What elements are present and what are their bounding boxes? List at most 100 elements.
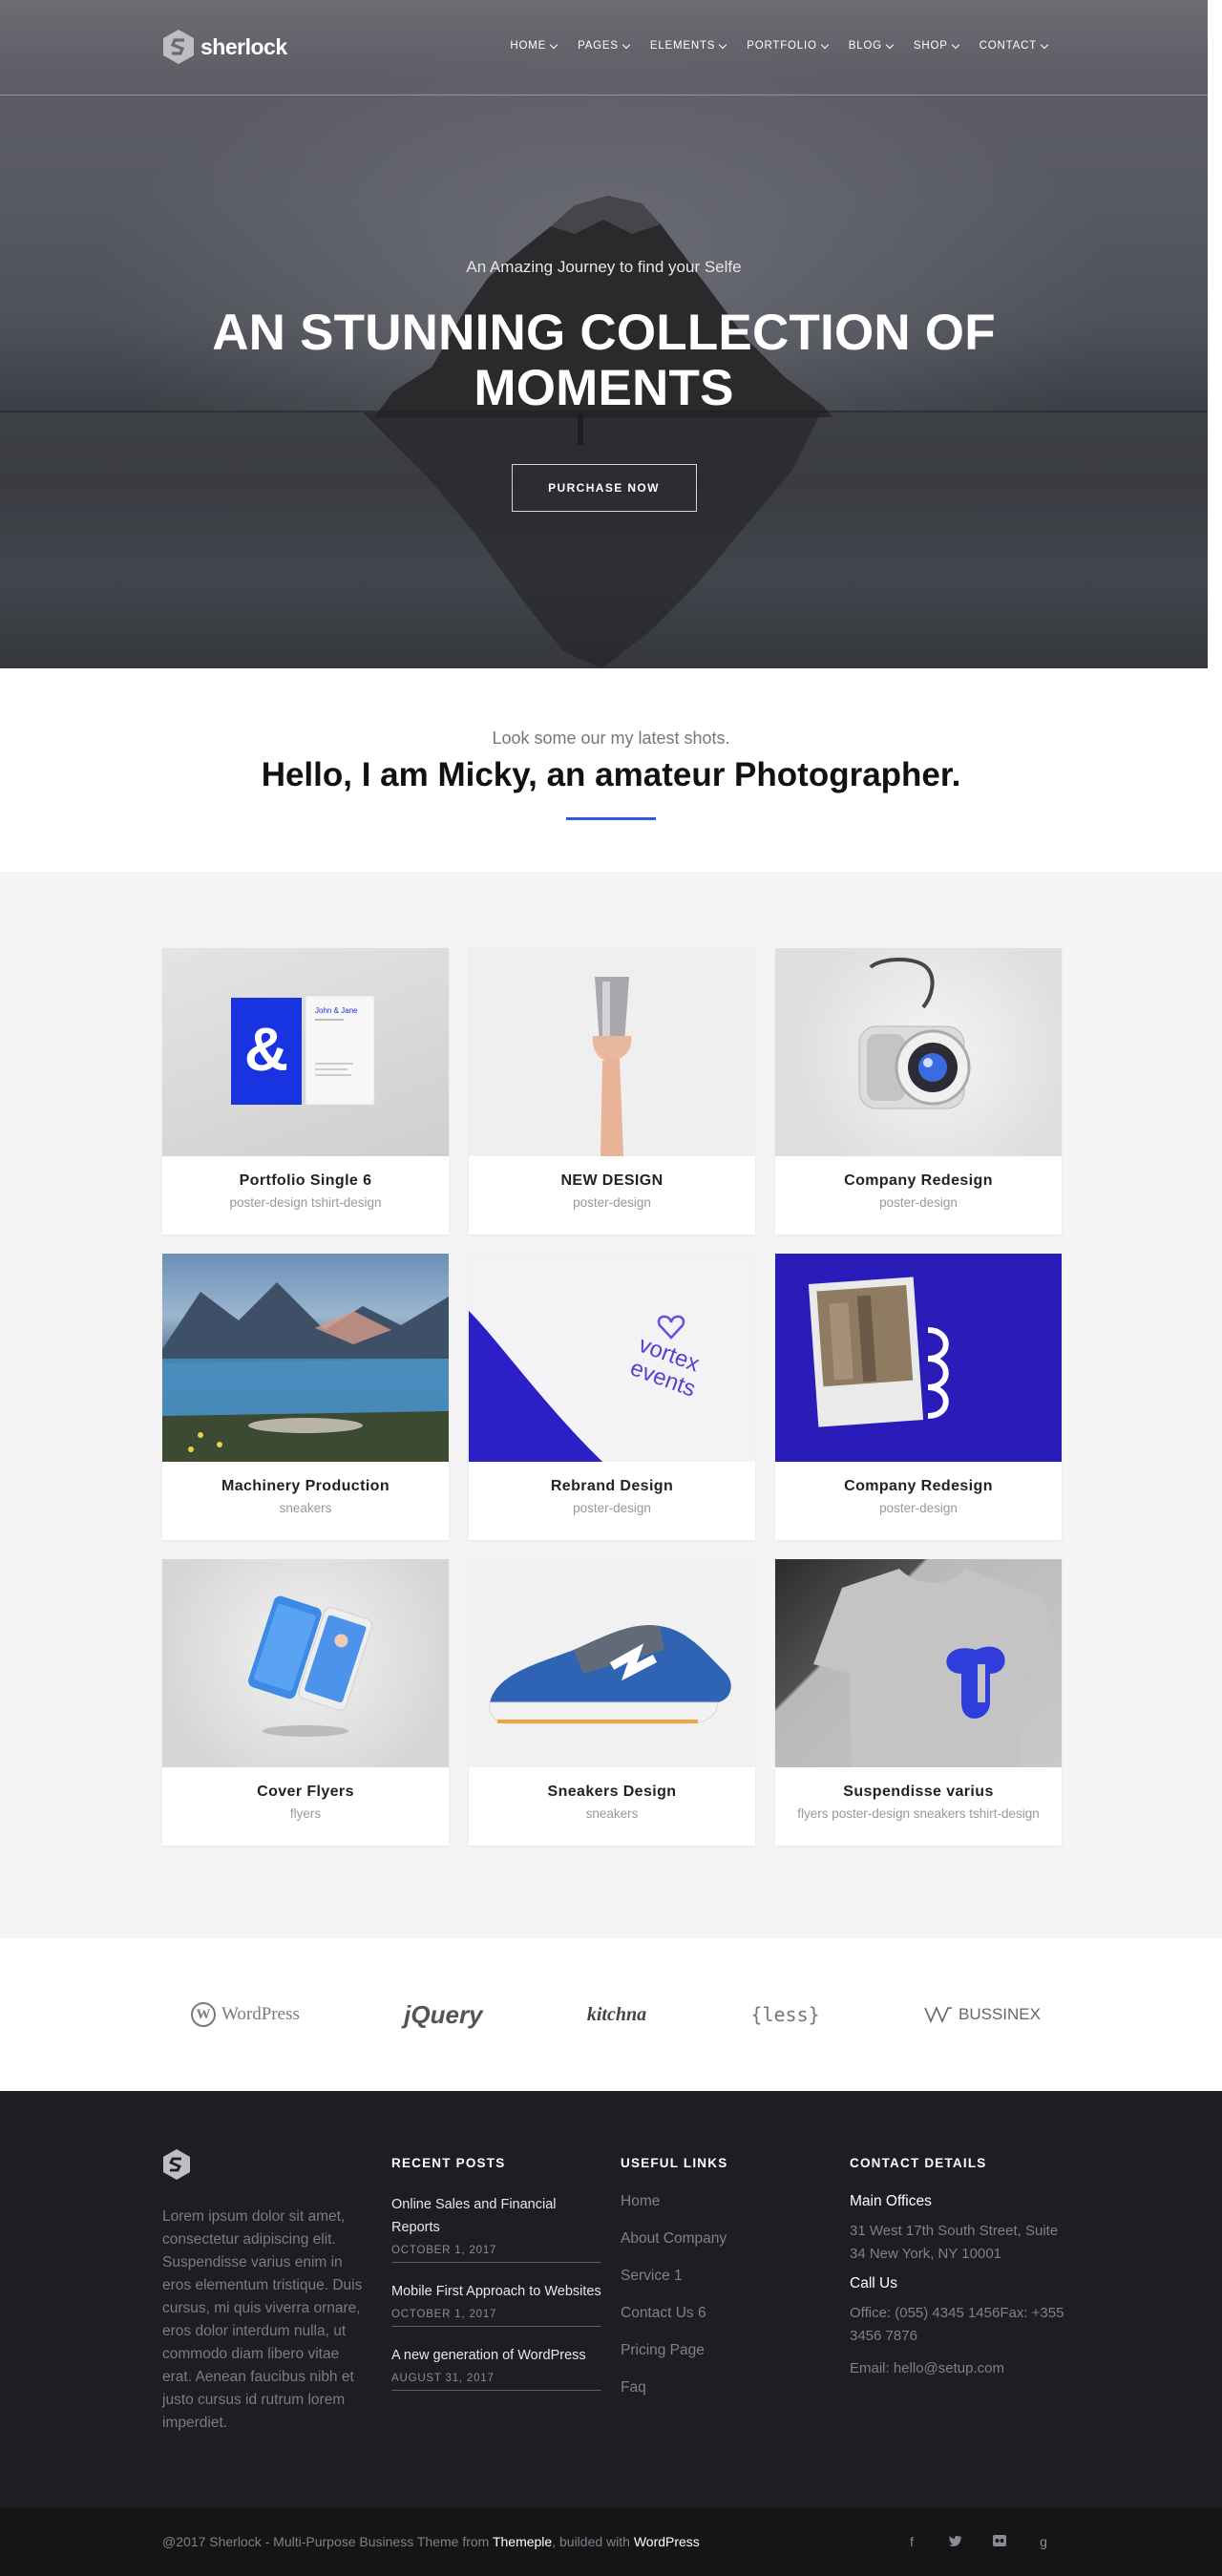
hand-holding-cup-image (592, 977, 632, 1156)
useful-links-heading: USEFUL LINKS (621, 2156, 728, 2170)
portfolio-tags: flyers (289, 1806, 322, 1821)
nav-item-elements[interactable]: ELEMENTS (649, 40, 727, 52)
wordpress-link[interactable]: WordPress (634, 2534, 700, 2549)
portfolio-thumbnail-sneaker[interactable] (469, 1559, 755, 1767)
wordpress-icon: W (191, 2002, 216, 2027)
footer-logo-icon[interactable] (162, 2148, 191, 2181)
portfolio-tags: poster-design (573, 1501, 651, 1515)
nav-item-pages[interactable]: PAGES (578, 40, 631, 52)
footer-link-service[interactable]: Service 1 (621, 2268, 831, 2305)
facebook-icon[interactable]: f (903, 2534, 920, 2549)
portfolio-thumbnail-vortex[interactable]: vortex events (469, 1254, 755, 1462)
flickr-icon[interactable] (991, 2534, 1008, 2549)
nav-label: BLOG (848, 40, 882, 52)
portfolio-title[interactable]: NEW DESIGN (469, 1172, 755, 1190)
nav-label: SHOP (913, 40, 948, 52)
portfolio-thumbnail-brochure[interactable] (775, 1254, 1062, 1462)
nav-label: CONTACT (979, 40, 1037, 52)
portfolio-thumbnail-cup[interactable] (469, 948, 755, 1156)
post-date: OCTOBER 1, 2017 (391, 2309, 497, 2320)
nav-item-contact[interactable]: CONTACT (979, 40, 1049, 52)
call-us-label: Call Us (850, 2275, 897, 2291)
portfolio-title[interactable]: Portfolio Single 6 (162, 1172, 449, 1190)
portfolio-thumbnail-phones[interactable] (162, 1559, 449, 1767)
brand-logo-wordpress[interactable]: W WordPress (191, 2002, 300, 2027)
portfolio-tags: poster-design (879, 1195, 958, 1210)
footer-link-home[interactable]: Home (621, 2193, 831, 2230)
portfolio-tags: sneakers (279, 1501, 332, 1515)
post-title-link[interactable]: Online Sales and Financial Reports (391, 2193, 601, 2239)
nav-item-portfolio[interactable]: PORTFOLIO (747, 40, 829, 52)
themeple-link[interactable]: Themeple (493, 2534, 552, 2549)
portfolio-card[interactable]: NEW DESIGN poster-design (469, 948, 755, 1235)
google-plus-icon[interactable]: g (1035, 2534, 1052, 2549)
portfolio-thumbnail-business-cards[interactable]: & John & Jane (162, 948, 449, 1156)
portfolio-tags: poster-design (879, 1501, 958, 1515)
portfolio-title[interactable]: Machinery Production (162, 1478, 449, 1495)
brand-logo-bussinex[interactable]: BUSSINEX (924, 2005, 1041, 2024)
brand-logo-less[interactable]: {less} (750, 2003, 819, 2026)
brand-logos: W WordPress jQuery kitchna {less} BUSSIN… (0, 1938, 1222, 2091)
email-text[interactable]: Email: hello@setup.com (850, 2357, 1069, 2380)
portfolio-card[interactable]: & John & Jane Portfolio Single 6 poster-… (162, 948, 449, 1235)
nav-item-home[interactable]: HOME (510, 40, 558, 52)
portfolio-card[interactable]: Sneakers Design sneakers (469, 1559, 755, 1846)
nav-item-blog[interactable]: BLOG (848, 40, 895, 52)
footer-link-faq[interactable]: Faq (621, 2379, 831, 2417)
logo-hexagon-icon (163, 30, 194, 64)
portfolio-title[interactable]: Company Redesign (775, 1172, 1062, 1190)
sneaker-image (489, 1625, 731, 1724)
card-name-text: John & Jane (315, 1006, 358, 1015)
main-menu: HOME PAGES ELEMENTS PORTFOLIO BLOG SHOP … (510, 40, 1049, 52)
address-text: 31 West 17th South Street, Suite 34 New … (850, 2223, 1059, 2262)
footer-about: Lorem ipsum dolor sit amet, consectetur … (162, 2148, 368, 2435)
site-logo[interactable]: sherlock (162, 29, 287, 65)
hero-section: sherlock HOME PAGES ELEMENTS PORTFOLIO B… (0, 0, 1208, 668)
purchase-now-button[interactable]: PURCHASE NOW (511, 464, 697, 512)
phone-text: Office: (055) 4345 1456Fax: +355 3456 78… (850, 2305, 1064, 2344)
svg-text:&: & (244, 1015, 288, 1084)
portfolio-card[interactable]: vortex events Rebrand Design poster-desi… (469, 1254, 755, 1540)
nav-label: ELEMENTS (649, 40, 716, 52)
portfolio-title[interactable]: Rebrand Design (469, 1478, 755, 1495)
post-title-link[interactable]: Mobile First Approach to Websites (391, 2280, 601, 2303)
social-links: f g (903, 2534, 1052, 2549)
brand-logo-jquery[interactable]: jQuery (404, 2000, 482, 2030)
brand-name: {less} (750, 2003, 820, 2026)
portfolio-thumbnail-lake[interactable] (162, 1254, 449, 1462)
nav-item-shop[interactable]: SHOP (914, 40, 959, 52)
footer-link-pricing[interactable]: Pricing Page (621, 2342, 831, 2379)
portfolio-title[interactable]: Suspendisse varius (775, 1784, 1062, 1801)
chevron-down-icon (885, 40, 895, 49)
post-date: OCTOBER 1, 2017 (391, 2245, 497, 2256)
portfolio-card[interactable]: Suspendisse varius flyers poster-design … (775, 1559, 1062, 1846)
brand-name: WordPress (221, 2004, 300, 2024)
chevron-down-icon (549, 40, 558, 49)
portfolio-title[interactable]: Company Redesign (775, 1478, 1062, 1495)
twitter-icon[interactable] (947, 2534, 964, 2549)
copyright-text: @2017 Sherlock - Multi-Purpose Business … (162, 2534, 700, 2549)
brand-name: BUSSINEX (958, 2005, 1041, 2023)
footer-link-about[interactable]: About Company (621, 2230, 831, 2268)
portfolio-title[interactable]: Cover Flyers (162, 1784, 449, 1801)
contact-details-heading: CONTACT DETAILS (850, 2156, 987, 2170)
post-title-link[interactable]: A new generation of WordPress (391, 2344, 601, 2367)
hero-content: An Amazing Journey to find your Selfe AN… (0, 258, 1208, 512)
portfolio-thumbnail-tshirt[interactable] (775, 1559, 1062, 1767)
portfolio-title[interactable]: Sneakers Design (469, 1784, 755, 1801)
portfolio-card-meta: Company Redesign poster-design (775, 1462, 1062, 1540)
intro-subtitle: Look some our my latest shots. (492, 728, 730, 748)
footer-bottom-bar: @2017 Sherlock - Multi-Purpose Business … (0, 2507, 1222, 2576)
portfolio-card[interactable]: Machinery Production sneakers (162, 1254, 449, 1540)
tshirt-image (813, 1569, 1062, 1767)
footer-post: A new generation of WordPress AUGUST 31,… (391, 2344, 601, 2391)
logo-text: sherlock (200, 33, 287, 59)
portfolio-card[interactable]: Company Redesign poster-design (775, 1254, 1062, 1540)
portfolio-card[interactable]: Cover Flyers flyers (162, 1559, 449, 1846)
hero-title-line2: MOMENTS (474, 360, 734, 416)
portfolio-card[interactable]: Company Redesign poster-design (775, 948, 1062, 1235)
portfolio-thumbnail-camera[interactable] (775, 948, 1062, 1156)
portfolio-tags: poster-design (573, 1195, 651, 1210)
brand-logo-kitchna[interactable]: kitchna (587, 2004, 646, 2026)
footer-link-contact[interactable]: Contact Us 6 (621, 2305, 831, 2342)
